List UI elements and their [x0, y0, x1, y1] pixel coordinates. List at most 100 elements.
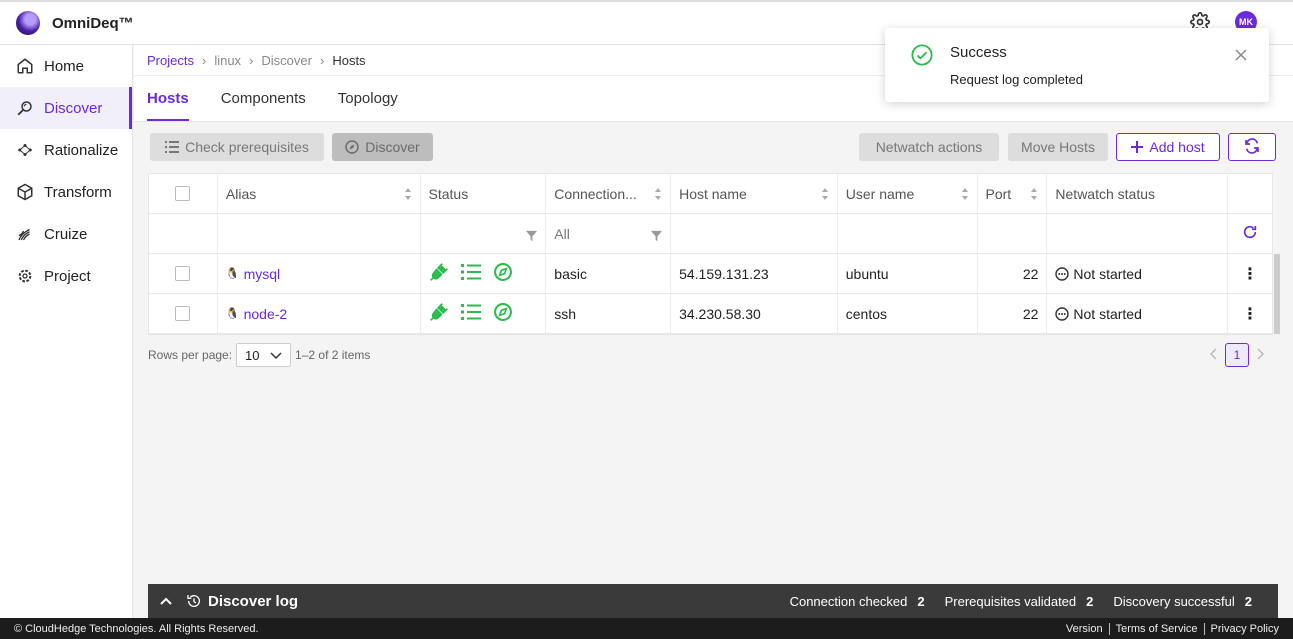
next-page-icon[interactable]: [1257, 347, 1265, 363]
sort-icon[interactable]: [404, 187, 412, 201]
chevron-right-icon: ›: [249, 52, 254, 68]
move-hosts-button[interactable]: Move Hosts: [1008, 133, 1108, 161]
sidebar-item-cruize[interactable]: Cruize: [0, 213, 132, 255]
footer-link-privacy[interactable]: Privacy Policy: [1203, 622, 1285, 635]
refresh-button[interactable]: [1228, 133, 1276, 161]
footer-link-terms[interactable]: Terms of Service: [1108, 622, 1204, 635]
breadcrumb-linux[interactable]: linux: [214, 53, 241, 68]
table-header-row: Alias Status Connection... Host name Use…: [149, 174, 1272, 214]
not-started-icon: [1055, 306, 1070, 321]
table-row[interactable]: 🐧 node-2 ssh 34.230.58.30 centos 22 Not s…: [149, 294, 1272, 334]
discover-button[interactable]: Discover: [332, 133, 433, 161]
sidebar-item-project[interactable]: Project: [0, 255, 132, 297]
column-header-user-name[interactable]: User name: [838, 174, 978, 213]
alias-filter-input[interactable]: [218, 214, 421, 253]
column-header-actions: [1228, 174, 1272, 213]
host-alias-link[interactable]: node-2: [244, 306, 288, 322]
column-header-netwatch-status[interactable]: Netwatch status: [1047, 174, 1229, 213]
filter-icon[interactable]: [526, 228, 538, 244]
sort-icon[interactable]: [1030, 187, 1038, 201]
stat-prerequisites-validated: Prerequisites validated 2: [945, 594, 1094, 609]
column-header-connection[interactable]: Connection...: [546, 174, 672, 213]
stat-connection-checked: Connection checked 2: [790, 594, 925, 609]
tab-hosts[interactable]: Hosts: [147, 90, 189, 121]
breadcrumb-discover[interactable]: Discover: [261, 53, 312, 68]
column-label: Host name: [679, 185, 747, 202]
sidebar-item-rationalize[interactable]: Rationalize: [0, 129, 132, 171]
sidebar-item-home[interactable]: Home: [0, 45, 132, 87]
column-header-port[interactable]: Port: [978, 174, 1048, 213]
row-kebab-menu-icon[interactable]: ⋮: [1242, 304, 1258, 324]
log-history-icon: [186, 593, 202, 609]
row-kebab-menu-icon[interactable]: ⋮: [1242, 264, 1258, 284]
connection-filter[interactable]: All: [546, 214, 672, 253]
discovery-compass-icon[interactable]: [493, 262, 513, 285]
reset-filters-icon[interactable]: [1242, 224, 1258, 243]
row-checkbox[interactable]: [175, 306, 191, 321]
close-icon[interactable]: [1235, 48, 1247, 64]
sort-icon[interactable]: [821, 187, 829, 201]
stat-discovery-successful: Discovery successful 2: [1113, 594, 1252, 609]
app-logo[interactable]: OmniDeq™: [16, 11, 134, 35]
column-header-host-name[interactable]: Host name: [671, 174, 838, 213]
tab-components[interactable]: Components: [221, 90, 306, 121]
discovery-compass-icon[interactable]: [493, 302, 513, 325]
linux-penguin-icon: 🐧: [225, 268, 240, 280]
host-alias-link[interactable]: mysql: [244, 266, 281, 282]
connection-plug-icon[interactable]: [429, 262, 449, 285]
sort-icon[interactable]: [654, 187, 662, 201]
netwatch-actions-button[interactable]: Netwatch actions: [859, 133, 999, 161]
footer-link-version[interactable]: Version: [1060, 623, 1109, 635]
row-checkbox[interactable]: [175, 266, 191, 281]
app-name: OmniDeq™: [52, 14, 134, 32]
stat-value: 2: [1244, 593, 1252, 609]
check-prerequisites-button[interactable]: Check prerequisites: [150, 133, 324, 161]
connection-plug-icon[interactable]: [429, 302, 449, 325]
prerequisites-list-icon[interactable]: [460, 263, 481, 284]
port-filter-input[interactable]: [978, 214, 1048, 253]
sidebar-item-label: Project: [44, 267, 91, 285]
connection-type: ssh: [546, 294, 672, 333]
add-host-button[interactable]: Add host: [1116, 133, 1220, 161]
connection-type: basic: [546, 254, 672, 293]
table-scrollbar[interactable]: [1274, 254, 1280, 334]
table-row[interactable]: 🐧 mysql basic 54.159.131.23 ubuntu 22 Not…: [149, 254, 1272, 294]
user-name: centos: [838, 294, 978, 333]
plus-icon: [1131, 141, 1144, 153]
gear-icon: [16, 267, 34, 285]
rows-per-page-select[interactable]: 10: [236, 343, 292, 367]
toast-title: Success: [950, 44, 1007, 61]
list-icon: [165, 141, 180, 153]
page-number-button[interactable]: 1: [1225, 343, 1249, 367]
tab-topology[interactable]: Topology: [338, 90, 398, 121]
discover-log-bar[interactable]: Discover log Connection checked 2 Prerequ…: [148, 584, 1278, 618]
chevron-down-icon: [270, 348, 282, 363]
user-name-filter-input[interactable]: [838, 214, 978, 253]
prerequisites-list-icon[interactable]: [460, 303, 481, 324]
breadcrumb-projects[interactable]: Projects: [147, 53, 194, 68]
host-name: 34.230.58.30: [671, 294, 838, 333]
host-name-filter-input[interactable]: [671, 214, 838, 253]
log-stats: Connection checked 2 Prerequisites valida…: [770, 594, 1252, 609]
column-header-status[interactable]: Status: [421, 174, 547, 213]
sidebar-item-discover[interactable]: Discover: [0, 87, 132, 129]
filter-icon[interactable]: [651, 228, 663, 244]
prev-page-icon[interactable]: [1209, 347, 1217, 363]
column-label: Alias: [225, 185, 257, 202]
user-name: ubuntu: [838, 254, 978, 293]
column-header-alias[interactable]: Alias: [218, 174, 421, 213]
status-filter[interactable]: [421, 214, 547, 253]
netwatch-filter-input[interactable]: [1047, 214, 1229, 253]
stat-label: Connection checked: [789, 593, 908, 609]
add-host-label: Add host: [1149, 139, 1205, 155]
discover-log-title: Discover log: [208, 592, 299, 610]
sidebar-item-label: Cruize: [44, 225, 88, 243]
select-all-checkbox[interactable]: [175, 186, 191, 201]
sort-icon[interactable]: [961, 187, 969, 201]
copyright-text: © CloudHedge Technologies. All Rights Re…: [14, 622, 259, 635]
discover-icon: [16, 99, 34, 117]
chevron-up-icon[interactable]: [160, 597, 172, 605]
table-filter-row: All: [149, 214, 1272, 254]
sidebar-item-transform[interactable]: Transform: [0, 171, 132, 213]
item-count: 1–2 of 2 items: [295, 348, 371, 362]
